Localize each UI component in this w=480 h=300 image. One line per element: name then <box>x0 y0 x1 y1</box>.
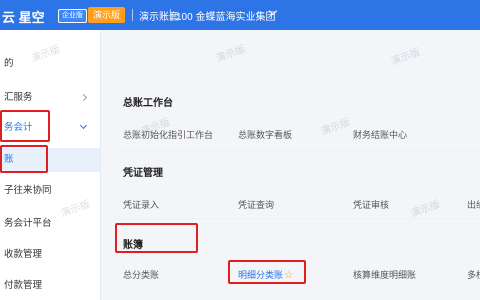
sidebar-item-accounting-platform[interactable]: 务会计平台 <box>0 212 100 236</box>
link-voucher-query[interactable]: 凭证查询 <box>238 198 274 211</box>
top-bar: 云 星空 企业版 演示版 演示账套 100 金蝶蓝海实业集团 <box>0 0 480 30</box>
link-voucher-review[interactable]: 凭证审核 <box>353 198 389 211</box>
sidebar-item-label: 子往来协同 <box>4 185 52 196</box>
divider <box>115 218 480 219</box>
divider <box>115 150 480 151</box>
sidebar-item-label: 收款管理 <box>4 249 43 260</box>
highlight-box <box>0 145 48 173</box>
sidebar-item-label: 的 <box>4 58 14 69</box>
link-closing-center[interactable]: 财务结账中心 <box>353 128 407 141</box>
chevron-down-icon <box>79 121 88 130</box>
divider <box>132 9 133 21</box>
sidebar-item-payables[interactable]: 付款管理 <box>0 274 100 298</box>
link-gl-init-guide[interactable]: 总账初始化指引工作台 <box>123 128 213 141</box>
link-voucher-entry[interactable]: 凭证录入 <box>123 198 159 211</box>
sidebar-item-label: 付款管理 <box>4 280 43 291</box>
star-icon[interactable]: ☆ <box>284 270 293 281</box>
demo-badge[interactable]: 演示版 <box>88 7 126 23</box>
link-label: 明细分类账 <box>238 270 284 280</box>
main-content: 总账工作台 总账初始化指引工作台 总账数字看板 财务结账中心 凭证管理 凭证录入… <box>101 30 480 300</box>
sidebar-item-label: 务会计平台 <box>4 218 52 229</box>
company-selector[interactable]: 100 金蝶蓝海实业集团 <box>176 8 275 23</box>
link-cashier[interactable]: 出纳 <box>467 198 480 211</box>
link-general-ledger-book[interactable]: 总分类账 <box>123 268 159 281</box>
sidebar-item-receivables[interactable]: 收款管理 <box>0 243 100 267</box>
link-gl-dashboard[interactable]: 总账数字看板 <box>238 128 292 141</box>
account-selector[interactable]: 演示账套 <box>139 8 179 23</box>
section-title: 凭证管理 <box>123 168 163 179</box>
link-dimension-detail[interactable]: 核算维度明细账 <box>353 268 416 281</box>
highlight-box <box>0 110 50 142</box>
link-multi-column[interactable]: 多栏 <box>467 268 480 281</box>
section-title: 账簿 <box>123 240 143 251</box>
edition-badge: 企业版 <box>58 9 87 23</box>
section-title: 总账工作台 <box>123 98 173 109</box>
link-detail-ledger[interactable]: 明细分类账☆ <box>238 268 293 281</box>
chevron-right-icon <box>79 93 88 102</box>
product-logo[interactable]: 云 星空 <box>2 7 45 26</box>
sidebar-item-shared-service[interactable]: 汇服务 <box>0 86 100 110</box>
sidebar-item-label: 汇服务 <box>4 92 33 103</box>
divider <box>170 9 171 21</box>
